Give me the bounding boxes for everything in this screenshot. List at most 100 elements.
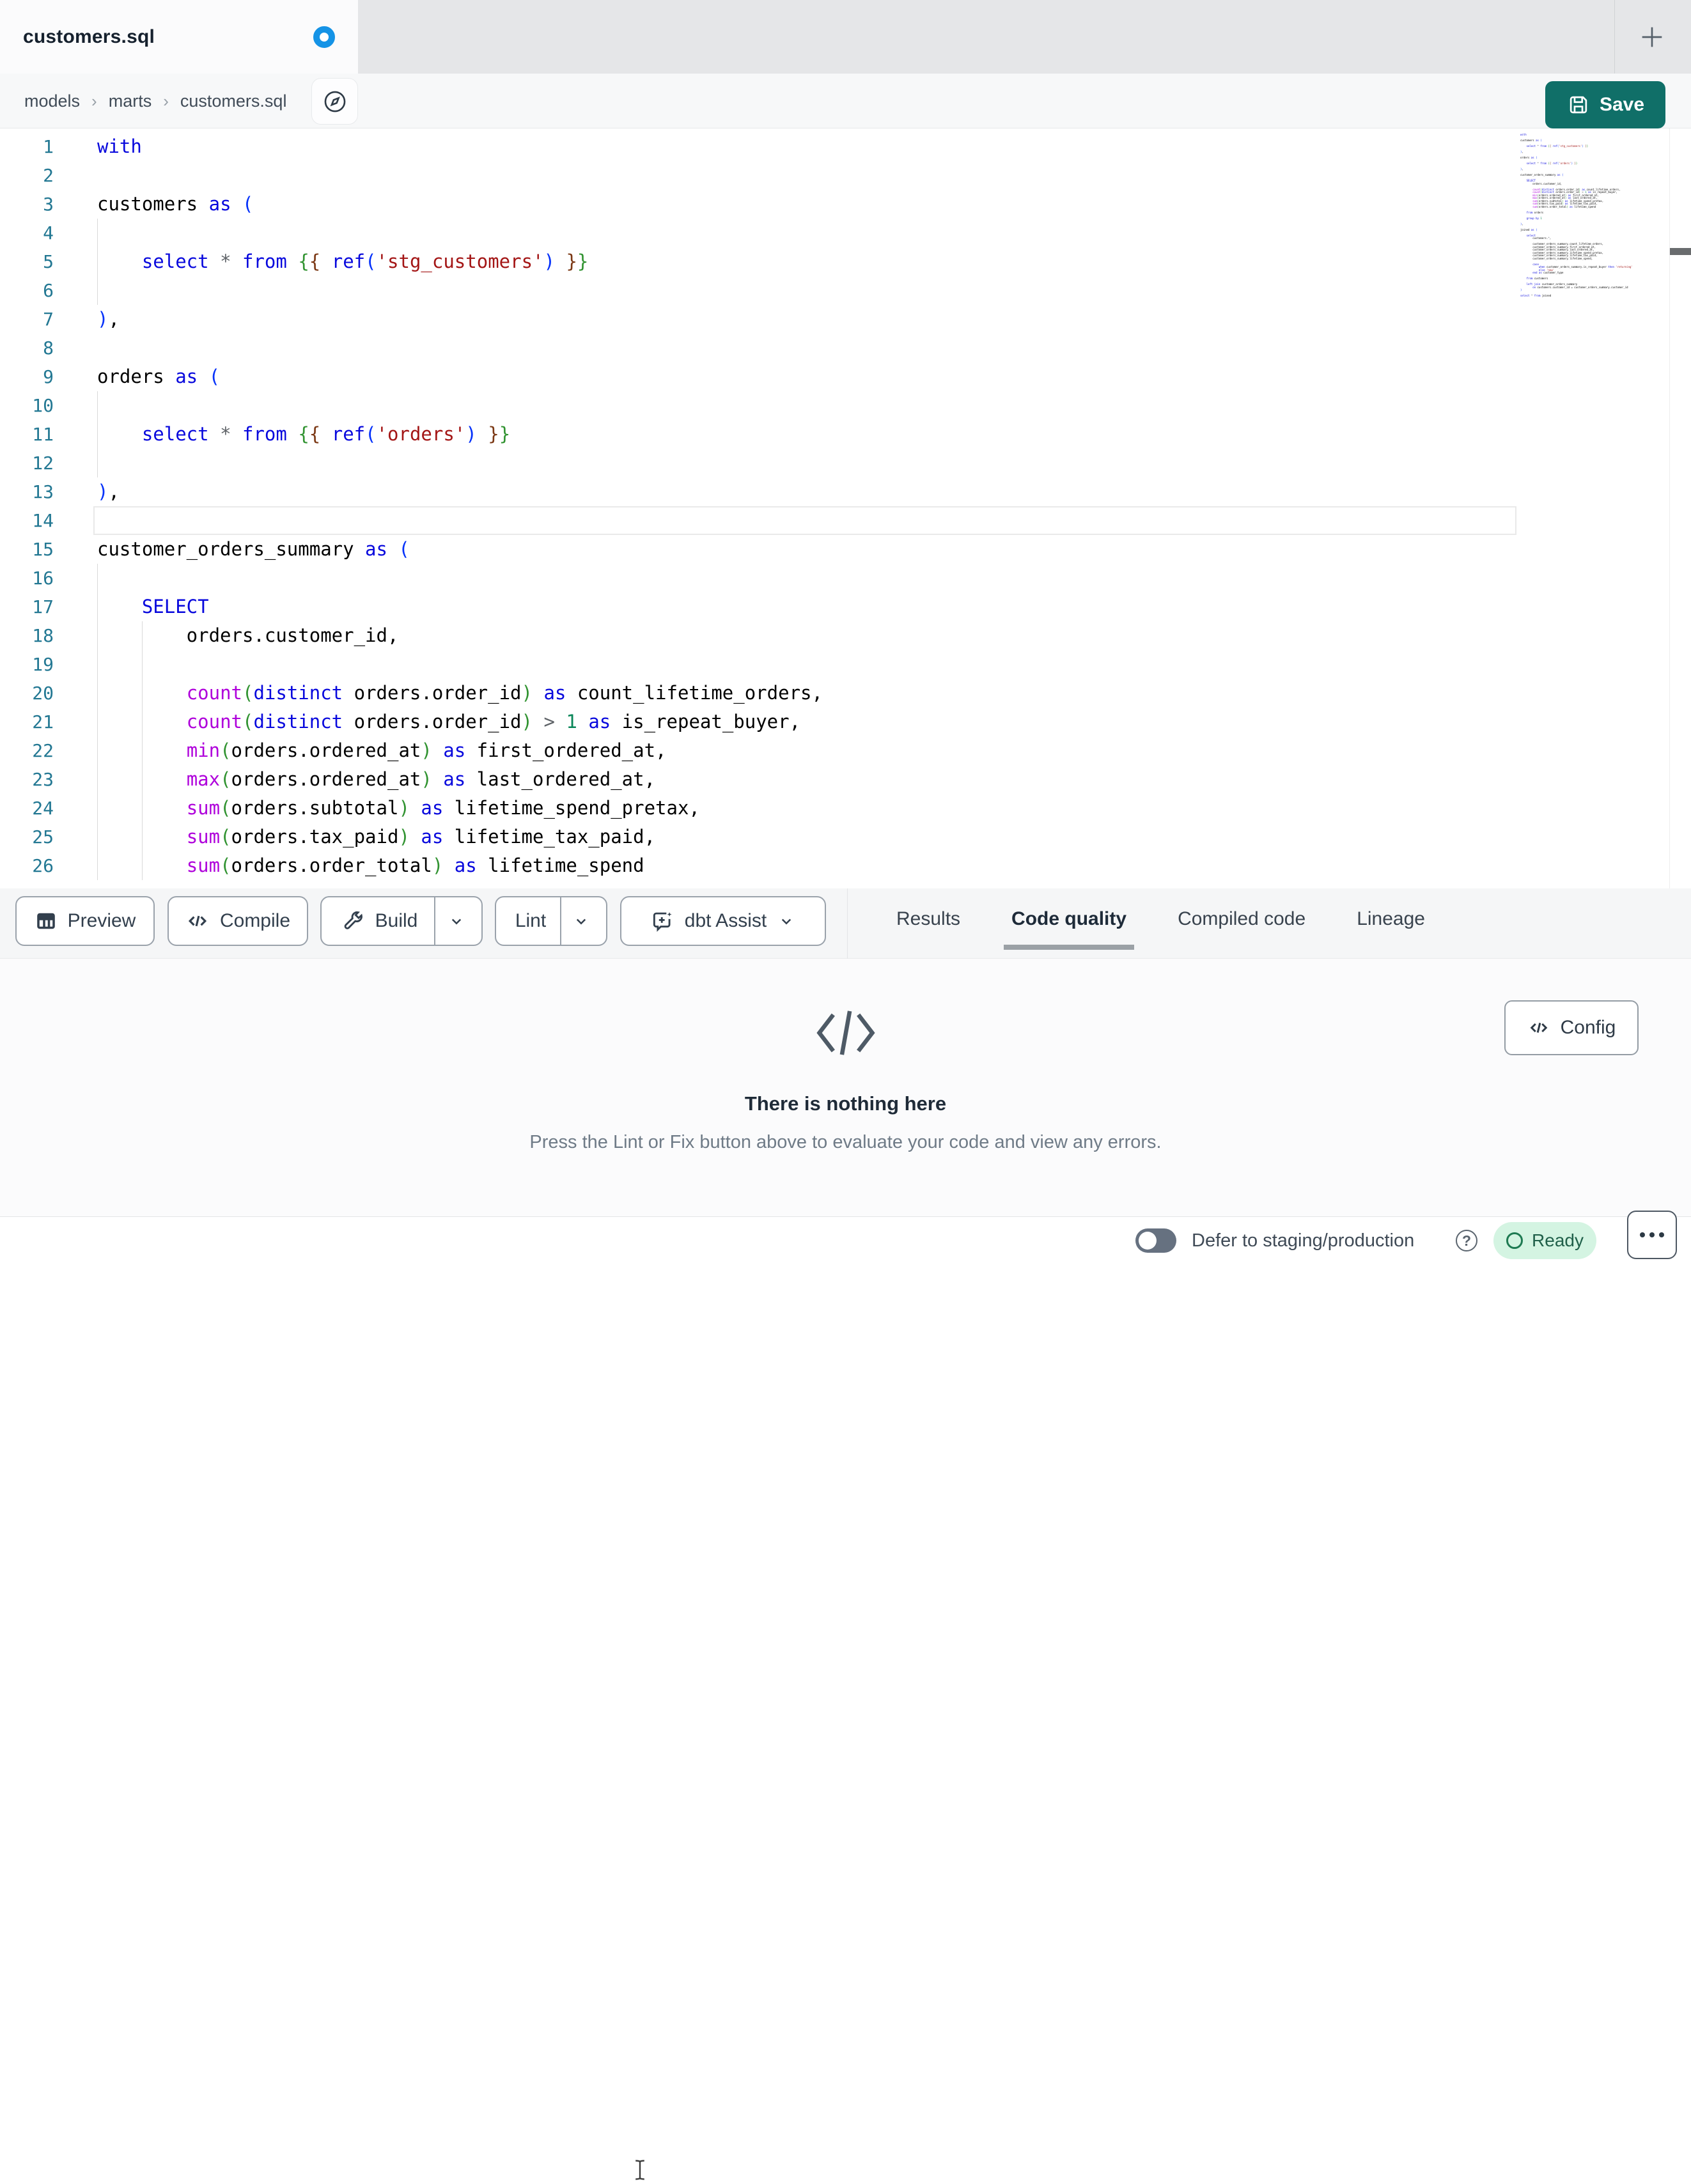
dbt-assist-label: dbt Assist: [684, 910, 767, 931]
line-number[interactable]: 19: [0, 650, 54, 679]
line-number[interactable]: 16: [0, 564, 54, 592]
plus-icon: [1642, 27, 1662, 47]
line-number[interactable]: 25: [0, 823, 54, 851]
tab-results[interactable]: Results: [896, 888, 960, 950]
save-button[interactable]: Save: [1545, 81, 1665, 128]
build-dropdown[interactable]: [435, 911, 478, 931]
new-tab-button[interactable]: [1629, 14, 1675, 60]
tab-code-quality[interactable]: Code quality: [1004, 888, 1135, 950]
panel-tab-bar: Results Code quality Compiled code Linea…: [896, 888, 1425, 950]
lint-dropdown[interactable]: [561, 911, 601, 931]
help-icon[interactable]: ?: [1456, 1230, 1477, 1251]
lint-button[interactable]: Lint: [495, 896, 607, 946]
code-line[interactable]: [97, 506, 1518, 535]
line-number[interactable]: 17: [0, 592, 54, 621]
text-cursor-pointer: [633, 2159, 647, 2181]
line-number[interactable]: 26: [0, 851, 54, 880]
tab-lineage[interactable]: Lineage: [1357, 888, 1425, 950]
line-number[interactable]: 10: [0, 391, 54, 420]
code-editor[interactable]: 1 2 3 4 5 6 7 8 9 10 11 12 13 14 15 16 17 18 19 20 21 22 23 24 2…: [0, 128, 1691, 888]
code-line[interactable]: ),: [97, 305, 1518, 334]
line-number[interactable]: 22: [0, 736, 54, 765]
breadcrumb-item-file: customers.sql: [180, 91, 287, 111]
code-line[interactable]: orders as (: [97, 362, 1518, 391]
line-number-gutter[interactable]: 1 2 3 4 5 6 7 8 9 10 11 12 13 14 15 16 17 18 19 20 21 22 23 24 2…: [0, 132, 54, 880]
code-line[interactable]: count(distinct orders.order_id) as count…: [97, 679, 1518, 708]
code-content[interactable]: with customers as ( select * from {{ ref(…: [97, 132, 1518, 880]
dbt-assist-button[interactable]: dbt Assist: [620, 896, 826, 946]
line-number[interactable]: 18: [0, 621, 54, 650]
line-number[interactable]: 12: [0, 449, 54, 477]
line-number[interactable]: 14: [0, 506, 54, 535]
ready-status-label: Ready: [1532, 1230, 1584, 1250]
breadcrumb-item-marts[interactable]: marts: [109, 91, 152, 111]
code-line[interactable]: [97, 391, 1518, 420]
minimap[interactable]: with customers as ( select * from {{ ref(…: [1520, 134, 1670, 888]
build-main-segment[interactable]: Build: [325, 910, 435, 933]
compile-button[interactable]: Compile: [168, 896, 308, 946]
code-slash-icon: [811, 1002, 881, 1067]
line-number[interactable]: 11: [0, 420, 54, 449]
code-line[interactable]: select * from {{ ref('stg_customers') }}: [97, 247, 1518, 276]
line-number[interactable]: 21: [0, 708, 54, 736]
line-number[interactable]: 3: [0, 190, 54, 219]
tab-compiled-code[interactable]: Compiled code: [1178, 888, 1305, 950]
line-number[interactable]: 1: [0, 132, 54, 161]
defer-label: Defer to staging/production: [1192, 1230, 1415, 1251]
code-line[interactable]: [97, 219, 1518, 247]
tab-compiled-code-label: Compiled code: [1178, 908, 1306, 929]
code-line[interactable]: max(orders.ordered_at) as last_ordered_a…: [97, 765, 1518, 794]
code-line[interactable]: select * from {{ ref('orders') }}: [97, 420, 1518, 449]
line-number[interactable]: 5: [0, 247, 54, 276]
line-number[interactable]: 9: [0, 362, 54, 391]
config-button[interactable]: Config: [1504, 1000, 1639, 1055]
code-line[interactable]: [97, 449, 1518, 477]
code-line[interactable]: customer_orders_summary as (: [97, 535, 1518, 564]
code-line[interactable]: customers as (: [97, 190, 1518, 219]
ellipsis-icon: [1659, 1232, 1664, 1237]
scrollbar-track: [1669, 128, 1670, 888]
code-line[interactable]: [97, 564, 1518, 592]
wrench-icon: [344, 911, 362, 929]
line-number[interactable]: 24: [0, 794, 54, 823]
code-line[interactable]: sum(orders.tax_paid) as lifetime_tax_pai…: [97, 823, 1518, 851]
build-button[interactable]: Build: [320, 896, 483, 946]
code-line[interactable]: ),: [97, 477, 1518, 506]
code-line[interactable]: SELECT: [97, 592, 1518, 621]
line-number[interactable]: 4: [0, 219, 54, 247]
code-line[interactable]: min(orders.ordered_at) as first_ordered_…: [97, 736, 1518, 765]
line-number[interactable]: 8: [0, 334, 54, 362]
scrollbar-thumb[interactable]: [1670, 248, 1691, 255]
line-number[interactable]: 23: [0, 765, 54, 794]
code-line[interactable]: with: [97, 132, 1518, 161]
table-icon: [36, 913, 55, 929]
code-line[interactable]: [97, 161, 1518, 190]
code-line[interactable]: sum(orders.order_total) as lifetime_spen…: [97, 851, 1518, 880]
code-line[interactable]: count(distinct orders.order_id) > 1 as i…: [97, 708, 1518, 736]
code-line[interactable]: [97, 650, 1518, 679]
code-icon: [188, 915, 207, 927]
tab-results-label: Results: [896, 908, 961, 929]
line-number[interactable]: 2: [0, 161, 54, 190]
ellipsis-icon: [1640, 1232, 1645, 1237]
tab-strip-divider: [1614, 0, 1615, 74]
open-lineage-button[interactable]: [311, 78, 358, 125]
code-line[interactable]: sum(orders.subtotal) as lifetime_spend_p…: [97, 794, 1518, 823]
code-line[interactable]: [97, 334, 1518, 362]
breadcrumb-item-models[interactable]: models: [24, 91, 80, 111]
code-icon: [1530, 1023, 1548, 1033]
code-line[interactable]: orders.customer_id,: [97, 621, 1518, 650]
preview-label: Preview: [67, 910, 136, 931]
lint-main-segment[interactable]: Lint: [501, 910, 560, 932]
empty-state-description: Press the Lint or Fix button above to ev…: [529, 1132, 1162, 1152]
defer-toggle[interactable]: [1135, 1228, 1176, 1253]
line-number[interactable]: 15: [0, 535, 54, 564]
code-line[interactable]: [97, 276, 1518, 305]
tab-customers-sql[interactable]: customers.sql: [0, 0, 358, 74]
line-number[interactable]: 20: [0, 679, 54, 708]
line-number[interactable]: 7: [0, 305, 54, 334]
line-number[interactable]: 6: [0, 276, 54, 305]
preview-button[interactable]: Preview: [15, 896, 155, 946]
line-number[interactable]: 13: [0, 477, 54, 506]
overflow-menu-button[interactable]: [1627, 1211, 1677, 1259]
